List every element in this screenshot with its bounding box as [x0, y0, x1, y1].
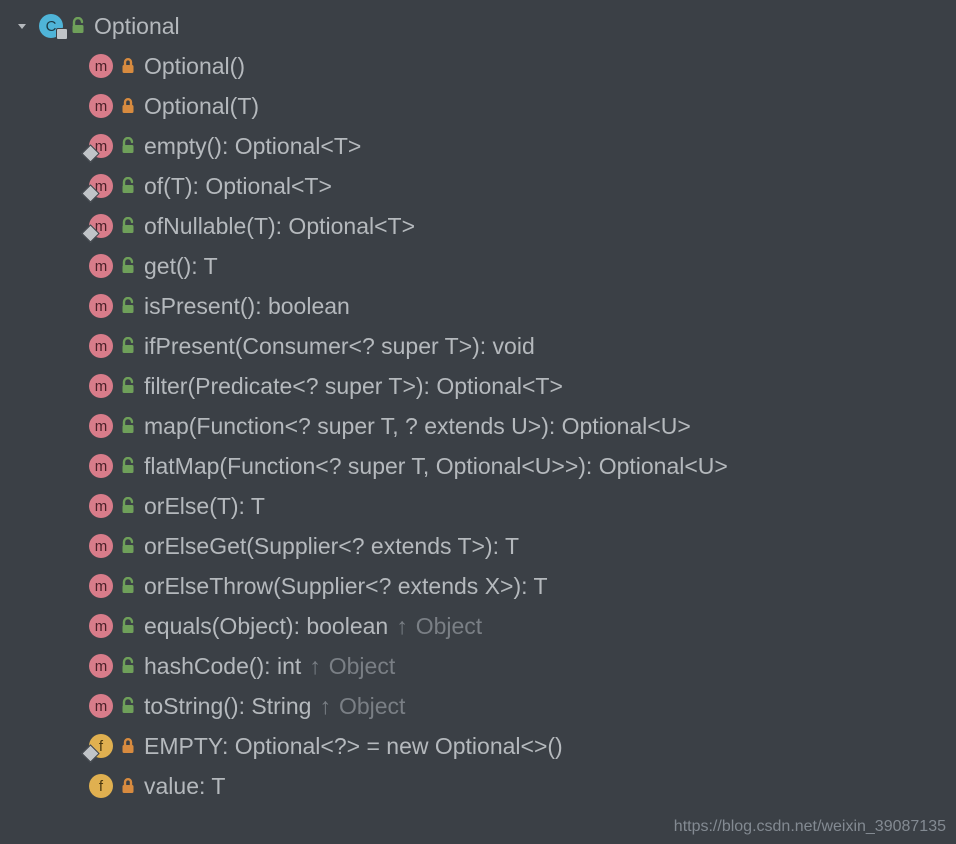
method-icon: m	[86, 374, 116, 398]
access-public-icon	[116, 457, 140, 475]
tree-row-member[interactable]: m orElse(T): T	[0, 486, 956, 526]
access-private-icon	[116, 97, 140, 115]
member-label: ifPresent(Consumer<? super T>): void	[144, 333, 535, 360]
final-mark-icon	[56, 28, 68, 40]
tree-row-member[interactable]: m orElseGet(Supplier<? extends T>): T	[0, 526, 956, 566]
tree-row-member[interactable]: m get(): T	[0, 246, 956, 286]
member-label: map(Function<? super T, ? extends U>): O…	[144, 413, 691, 440]
tree-row-member[interactable]: m of(T): Optional<T>	[0, 166, 956, 206]
expand-arrow-icon[interactable]	[12, 19, 32, 33]
access-public-icon	[66, 17, 90, 35]
inherit-arrow-icon: ↑	[319, 693, 331, 720]
member-label: isPresent(): boolean	[144, 293, 350, 320]
class-name-label: Optional	[94, 13, 180, 40]
tree-row-member[interactable]: m empty(): Optional<T>	[0, 126, 956, 166]
inherit-from-label: Object	[329, 653, 395, 680]
structure-tree: C Optional m Optional() m Optional(T) m empty…	[0, 0, 956, 806]
member-label: orElseThrow(Supplier<? extends X>): T	[144, 573, 548, 600]
member-label: Optional()	[144, 53, 245, 80]
access-public-icon	[116, 137, 140, 155]
member-label: orElseGet(Supplier<? extends T>): T	[144, 533, 519, 560]
method-icon: m	[86, 654, 116, 678]
inherit-arrow-icon: ↑	[396, 613, 408, 640]
tree-row-member[interactable]: m flatMap(Function<? super T, Optional<U>…	[0, 446, 956, 486]
field-icon: f	[86, 734, 116, 758]
member-label: toString(): String	[144, 693, 311, 720]
access-public-icon	[116, 337, 140, 355]
method-icon: m	[86, 174, 116, 198]
tree-row-member[interactable]: m orElseThrow(Supplier<? extends X>): T	[0, 566, 956, 606]
member-label: empty(): Optional<T>	[144, 133, 361, 160]
method-icon: m	[86, 214, 116, 238]
tree-row-member[interactable]: f EMPTY: Optional<?> = new Optional<>()	[0, 726, 956, 766]
access-public-icon	[116, 377, 140, 395]
member-label: hashCode(): int	[144, 653, 301, 680]
inherit-arrow-icon: ↑	[309, 653, 321, 680]
member-label: ofNullable(T): Optional<T>	[144, 213, 415, 240]
member-label: Optional(T)	[144, 93, 259, 120]
method-icon: m	[86, 54, 116, 78]
member-label: EMPTY: Optional<?> = new Optional<>()	[144, 733, 563, 760]
access-public-icon	[116, 417, 140, 435]
tree-row-member[interactable]: m hashCode(): int ↑ Object	[0, 646, 956, 686]
tree-row-member[interactable]: m toString(): String ↑ Object	[0, 686, 956, 726]
method-icon: m	[86, 694, 116, 718]
method-icon: m	[86, 134, 116, 158]
method-icon: m	[86, 334, 116, 358]
method-icon: m	[86, 294, 116, 318]
inherit-from-label: Object	[339, 693, 405, 720]
tree-row-member[interactable]: m isPresent(): boolean	[0, 286, 956, 326]
method-icon: m	[86, 494, 116, 518]
method-icon: m	[86, 454, 116, 478]
member-label: equals(Object): boolean	[144, 613, 388, 640]
method-icon: m	[86, 574, 116, 598]
member-label: value: T	[144, 773, 225, 800]
method-icon: m	[86, 254, 116, 278]
access-private-icon	[116, 57, 140, 75]
tree-row-member[interactable]: m Optional(T)	[0, 86, 956, 126]
access-private-icon	[116, 777, 140, 795]
access-public-icon	[116, 657, 140, 675]
access-public-icon	[116, 577, 140, 595]
access-public-icon	[116, 177, 140, 195]
tree-row-member[interactable]: m equals(Object): boolean ↑ Object	[0, 606, 956, 646]
method-icon: m	[86, 614, 116, 638]
member-label: filter(Predicate<? super T>): Optional<T…	[144, 373, 563, 400]
tree-row-member[interactable]: m filter(Predicate<? super T>): Optional<…	[0, 366, 956, 406]
tree-row-member[interactable]: m ofNullable(T): Optional<T>	[0, 206, 956, 246]
field-icon: f	[86, 774, 116, 798]
method-icon: m	[86, 534, 116, 558]
access-public-icon	[116, 617, 140, 635]
access-public-icon	[116, 697, 140, 715]
inherit-from-label: Object	[416, 613, 482, 640]
method-icon: m	[86, 94, 116, 118]
watermark-text: https://blog.csdn.net/weixin_39087135	[674, 818, 946, 836]
tree-row-member[interactable]: f value: T	[0, 766, 956, 806]
access-public-icon	[116, 537, 140, 555]
member-label: of(T): Optional<T>	[144, 173, 332, 200]
member-label: get(): T	[144, 253, 218, 280]
member-label: flatMap(Function<? super T, Optional<U>>…	[144, 453, 728, 480]
access-public-icon	[116, 297, 140, 315]
tree-row-member[interactable]: m ifPresent(Consumer<? super T>): void	[0, 326, 956, 366]
tree-row-member[interactable]: m Optional()	[0, 46, 956, 86]
tree-row-class[interactable]: C Optional	[0, 6, 956, 46]
access-private-icon	[116, 737, 140, 755]
access-public-icon	[116, 497, 140, 515]
access-public-icon	[116, 217, 140, 235]
member-label: orElse(T): T	[144, 493, 265, 520]
method-icon: m	[86, 414, 116, 438]
access-public-icon	[116, 257, 140, 275]
member-list: m Optional() m Optional(T) m empty(): Optiona…	[0, 46, 956, 806]
class-icon: C	[36, 14, 66, 38]
tree-row-member[interactable]: m map(Function<? super T, ? extends U>): …	[0, 406, 956, 446]
